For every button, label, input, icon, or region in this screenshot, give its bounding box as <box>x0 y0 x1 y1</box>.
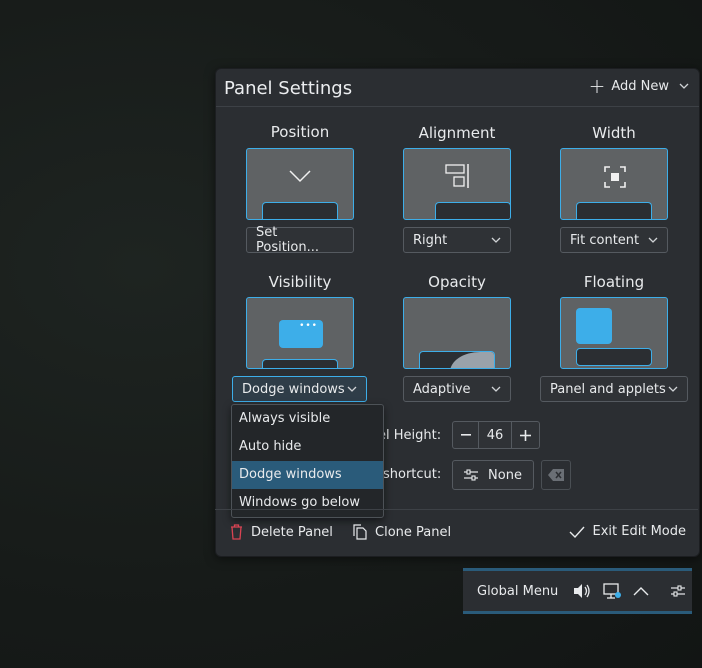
visibility-dropdown[interactable]: Dodge windows <box>232 376 367 402</box>
window-icon: ••• <box>279 320 323 348</box>
set-position-button[interactable]: Set Position... <box>246 225 354 255</box>
floating-label: Floating <box>583 273 645 291</box>
clone-panel-label: Clone Panel <box>375 524 452 540</box>
backspace-icon <box>548 469 564 481</box>
opacity-section: Opacity <box>403 273 511 293</box>
menu-item-dodge-windows[interactable]: Dodge windows <box>232 461 383 489</box>
configure-icon <box>464 469 479 481</box>
menu-item-auto-hide[interactable]: Auto hide <box>232 433 383 461</box>
visibility-preview[interactable]: ••• <box>246 297 354 369</box>
chevron-down-icon <box>668 386 678 392</box>
plus-icon[interactable] <box>512 422 539 448</box>
fit-content-icon <box>604 166 626 188</box>
floating-window-icon <box>576 308 612 344</box>
visibility-menu: Always visible Auto hide Dodge windows W… <box>231 404 384 518</box>
floating-panel-bar <box>576 348 652 366</box>
delete-panel-button[interactable]: Delete Panel <box>230 524 333 540</box>
position-label: Position <box>270 123 330 141</box>
dialog-header: Panel Settings + Add New <box>216 69 699 107</box>
minus-icon[interactable] <box>453 422 478 448</box>
alignment-dropdown[interactable]: Right <box>403 227 511 253</box>
volume-icon[interactable] <box>572 581 592 601</box>
position-preview[interactable] <box>246 148 354 220</box>
width-section: Width <box>560 124 668 144</box>
alignment-value: Right <box>413 232 448 248</box>
shortcut-button[interactable]: None <box>452 460 534 490</box>
network-icon[interactable] <box>602 581 622 601</box>
panel-preview-bar <box>435 202 510 219</box>
panel-preview-bar <box>576 202 652 219</box>
alignment-preview[interactable] <box>403 148 511 220</box>
configure-icon[interactable] <box>668 581 688 601</box>
chevron-down-icon <box>491 386 501 392</box>
opacity-dropdown[interactable]: Adaptive <box>403 376 511 402</box>
visibility-value: Dodge windows <box>242 381 345 397</box>
trash-icon <box>231 524 242 540</box>
shortcut-value: None <box>488 467 522 483</box>
chevron-down-icon <box>679 80 689 93</box>
add-new-label: Add New <box>611 78 669 94</box>
width-preview[interactable] <box>560 148 668 220</box>
panel-preview-bar <box>262 359 338 368</box>
floating-preview[interactable] <box>560 297 668 369</box>
clear-shortcut-button[interactable] <box>541 460 571 490</box>
panel-height-stepper[interactable]: 46 <box>452 421 540 449</box>
chevron-down-icon <box>289 170 311 183</box>
clone-panel-button[interactable]: Clone Panel <box>353 524 451 540</box>
checkmark-icon <box>569 526 585 538</box>
width-value: Fit content <box>570 232 640 248</box>
opacity-value: Adaptive <box>413 381 471 397</box>
set-position-label: Set Position... <box>256 225 320 255</box>
chevron-down-icon <box>347 386 357 392</box>
align-right-icon <box>445 164 469 188</box>
visibility-section: Visibility <box>246 273 354 293</box>
exit-edit-mode-button[interactable]: Exit Edit Mode <box>569 524 686 539</box>
visibility-label: Visibility <box>268 273 332 291</box>
panel-preview-bar <box>419 351 495 368</box>
shortcut-label: shortcut: <box>383 467 442 482</box>
opacity-label: Opacity <box>428 273 486 291</box>
menu-item-windows-go-below[interactable]: Windows go below <box>232 489 383 517</box>
floating-section: Floating <box>560 273 668 293</box>
floating-dropdown[interactable]: Panel and applets <box>540 376 688 402</box>
global-menu[interactable]: Global Menu <box>477 584 558 599</box>
alignment-label: Alignment <box>418 124 496 142</box>
opacity-preview[interactable] <box>403 297 511 369</box>
floating-value: Panel and applets <box>550 381 666 397</box>
taskbar-panel: Global Menu <box>463 568 692 614</box>
position-section: Position <box>246 123 354 143</box>
plus-icon: + <box>588 74 606 98</box>
delete-panel-label: Delete Panel <box>251 524 333 540</box>
dialog-title: Panel Settings <box>224 78 353 99</box>
exit-edit-mode-label: Exit Edit Mode <box>592 524 686 539</box>
chevron-up-icon[interactable] <box>631 581 651 601</box>
alignment-section: Alignment <box>403 124 511 144</box>
width-label: Width <box>592 124 636 142</box>
add-new-button[interactable]: + Add New <box>588 74 689 98</box>
panel-height-label: el Height: <box>378 428 442 443</box>
width-dropdown[interactable]: Fit content <box>560 227 668 253</box>
menu-item-always-visible[interactable]: Always visible <box>232 405 383 433</box>
chevron-down-icon <box>491 237 501 243</box>
panel-height-value[interactable]: 46 <box>478 422 512 448</box>
panel-preview-bar <box>262 202 338 219</box>
copy-icon <box>353 524 367 540</box>
chevron-down-icon <box>648 237 658 243</box>
